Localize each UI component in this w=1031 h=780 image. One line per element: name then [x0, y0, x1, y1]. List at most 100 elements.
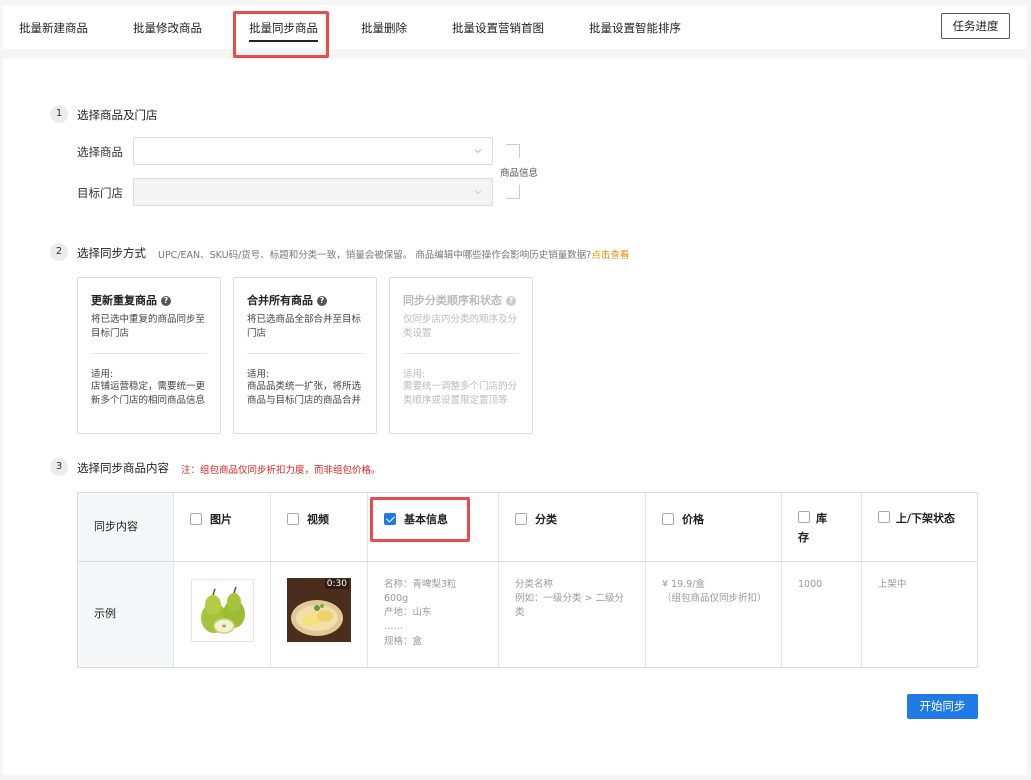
- goods-select[interactable]: [133, 137, 493, 165]
- example-price-cell: ¥ 19.9/盒 （组包商品仅同步折扣）: [646, 562, 782, 667]
- card-title: 同步分类顺序和状态?: [403, 292, 516, 308]
- category-label: 分类: [535, 513, 557, 526]
- card-use-desc: 商品品类统一扩张，将所选商品与目标门店的商品合并: [247, 381, 362, 406]
- card-title-text: 合并所有商品: [247, 294, 313, 307]
- card-divider: [247, 353, 363, 354]
- basic-more: ……: [384, 621, 403, 632]
- bundle-note: 注：组包商品仅同步折扣力度，而非组包价格。: [181, 465, 381, 476]
- category-checkbox[interactable]: [515, 513, 527, 525]
- card-title: 更新重复商品?: [91, 292, 171, 308]
- top-tab-bar: 批量新建商品 批量修改商品 批量同步商品 批量删除 批量设置营销首图 批量设置智…: [3, 5, 1027, 49]
- col-video[interactable]: 视频: [271, 493, 368, 561]
- example-image-cell: [174, 562, 271, 667]
- card-sync-category-order: 同步分类顺序和状态? 仅同步店内分类的顺序及分类设置 适用: 需要统一调整多个门…: [389, 277, 533, 434]
- store-select[interactable]: [133, 178, 493, 206]
- card-use-desc: 店铺运营稳定，需要统一更新多个门店的相同商品信息: [91, 381, 206, 406]
- card-desc: 仅同步店内分类的顺序及分类设置: [403, 314, 518, 339]
- col-image[interactable]: 图片: [174, 493, 271, 561]
- sync-method-hint-text: UPC/EAN、SKU码/货号、标题和分类一致，销量会被保留。 商品编辑中哪些操…: [158, 250, 592, 261]
- image-label: 图片: [210, 513, 232, 526]
- row-header-cell: 同步内容: [78, 493, 174, 561]
- card-use-label: 适用:: [403, 369, 426, 380]
- card-merge-all[interactable]: 合并所有商品? 将已选商品全部合并至目标门店 适用: 商品品类统一扩张，将所选商…: [233, 277, 377, 434]
- stock-label: 库存: [798, 512, 827, 544]
- category-example: 例如：一级分类 > 二级分类: [515, 593, 624, 618]
- example-basic-cell: 名称：青啤梨3粒600g 产地：山东 …… 规格：盒: [368, 562, 499, 667]
- task-progress-button[interactable]: 任务进度: [941, 13, 1010, 39]
- tab-batch-sync[interactable]: 批量同步商品: [239, 5, 328, 49]
- example-video-cell: 0:30: [271, 562, 368, 667]
- example-stock-cell: 1000: [782, 562, 862, 667]
- start-sync-button[interactable]: 开始同步: [907, 694, 978, 719]
- video-checkbox[interactable]: [287, 513, 299, 525]
- help-icon[interactable]: ?: [161, 296, 171, 306]
- category-name: 分类名称: [515, 579, 554, 590]
- card-use-label: 适用:: [247, 369, 270, 380]
- chevron-down-icon: [474, 149, 482, 154]
- card-use-desc: 需要统一调整多个门店的分类顺序或设置限定置顶等: [403, 381, 518, 406]
- main-panel: 1 选择商品及门店 选择商品 目标门店 商品信息 2 选择同步方式 UPC/EA…: [3, 59, 1027, 775]
- sync-content-table: 同步内容 图片 视频 基本信息 分类 价格 库存 上/下架状态 示例 0:30 …: [77, 492, 978, 668]
- sync-method-hint: UPC/EAN、SKU码/货号、标题和分类一致，销量会被保留。 商品编辑中哪些操…: [158, 247, 629, 261]
- bracket-bottom: [506, 185, 520, 199]
- video-thumbnail[interactable]: 0:30: [287, 578, 351, 642]
- col-category[interactable]: 分类: [499, 493, 646, 561]
- step3-title: 选择同步商品内容: [77, 461, 169, 475]
- step1-title: 选择商品及门店: [77, 108, 158, 122]
- col-price[interactable]: 价格: [646, 493, 782, 561]
- step2-number: 2: [50, 243, 68, 261]
- card-divider: [91, 353, 207, 354]
- tab-batch-delete[interactable]: 批量删除: [361, 5, 407, 49]
- tab-batch-create[interactable]: 批量新建商品: [19, 5, 88, 49]
- col-status[interactable]: 上/下架状态: [862, 493, 977, 561]
- card-desc: 将已选商品全部合并至目标门店: [247, 314, 362, 339]
- pear-illustration: [201, 586, 245, 634]
- image-checkbox[interactable]: [190, 513, 202, 525]
- goods-select-label: 选择商品: [77, 145, 123, 159]
- price-value: ¥ 19.9/盒: [662, 579, 705, 590]
- card-title-text: 同步分类顺序和状态: [403, 294, 502, 307]
- help-icon: ?: [506, 296, 516, 306]
- basic-name: 名称：青啤梨3粒600g: [384, 579, 457, 604]
- video-duration: 0:30: [324, 579, 349, 589]
- chevron-down-icon: [474, 190, 482, 195]
- tab-batch-marketing-image[interactable]: 批量设置营销首图: [452, 5, 544, 49]
- basic-info-checkbox[interactable]: [384, 513, 396, 525]
- tab-batch-edit[interactable]: 批量修改商品: [133, 5, 202, 49]
- status-value: 上架中: [878, 579, 907, 590]
- goods-info-label: 商品信息: [500, 168, 539, 179]
- price-checkbox[interactable]: [662, 513, 674, 525]
- row-header-label: 同步内容: [94, 520, 138, 533]
- bracket-top: [506, 144, 520, 158]
- table-header-row: 同步内容 图片 视频 基本信息 分类 价格 库存 上/下架状态: [78, 493, 977, 562]
- store-select-label: 目标门店: [77, 186, 123, 200]
- tab-batch-smart-sort[interactable]: 批量设置智能排序: [589, 5, 681, 49]
- view-link[interactable]: 点击查看: [591, 250, 629, 261]
- step1-number: 1: [50, 105, 68, 123]
- basic-spec: 规格：盒: [384, 636, 423, 647]
- col-stock[interactable]: 库存: [782, 493, 862, 561]
- example-header-cell: 示例: [78, 562, 174, 667]
- col-basic-info[interactable]: 基本信息: [368, 493, 499, 561]
- table-example-row: 示例 0:30 名称：青啤梨3粒600g 产地：山东 …… 规格：盒 分类名称 …: [78, 562, 977, 667]
- card-desc: 将已选中重复的商品同步至目标门店: [91, 314, 206, 339]
- card-title-text: 更新重复商品: [91, 294, 157, 307]
- help-icon[interactable]: ?: [317, 296, 327, 306]
- price-label: 价格: [682, 513, 704, 526]
- pear-image: [191, 579, 254, 642]
- card-title: 合并所有商品?: [247, 292, 327, 308]
- basic-info-label: 基本信息: [404, 513, 448, 526]
- card-divider: [403, 353, 519, 354]
- card-update-duplicates[interactable]: 更新重复商品? 将已选中重复的商品同步至目标门店 适用: 店铺运营稳定，需要统一…: [77, 277, 221, 434]
- price-note: （组包商品仅同步折扣）: [662, 593, 767, 604]
- basic-origin: 产地：山东: [384, 607, 432, 618]
- step2-title: 选择同步方式: [77, 246, 146, 260]
- step3-number: 3: [50, 458, 68, 476]
- stock-value: 1000: [798, 579, 823, 590]
- status-label: 上/下架状态: [896, 512, 956, 525]
- example-label: 示例: [94, 607, 116, 620]
- video-label: 视频: [307, 513, 329, 526]
- example-category-cell: 分类名称 例如：一级分类 > 二级分类: [499, 562, 646, 667]
- example-status-cell: 上架中: [862, 562, 977, 667]
- card-use-label: 适用:: [91, 369, 114, 380]
